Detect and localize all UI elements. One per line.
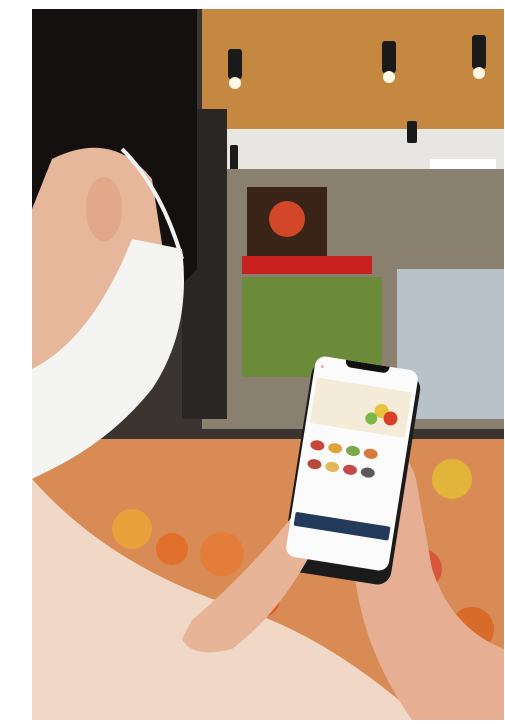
category-icon[interactable] (309, 439, 326, 452)
category-icon[interactable] (363, 447, 379, 460)
category-grid (304, 437, 401, 489)
store-sign-logo (269, 201, 305, 237)
store-photo (32, 9, 504, 720)
category-icon[interactable] (327, 442, 343, 455)
category-icon[interactable] (306, 458, 323, 471)
category-icon[interactable] (360, 466, 376, 479)
red-shelf-sign (242, 256, 372, 274)
category-icon[interactable] (345, 444, 361, 458)
menu-icon[interactable]: ≡ (320, 364, 324, 370)
category-icon[interactable] (324, 460, 340, 473)
ear (86, 177, 122, 241)
category-icon[interactable] (342, 463, 358, 476)
wood-ceiling (202, 9, 504, 139)
promo-banner[interactable] (309, 377, 412, 438)
fruit-image (382, 410, 399, 427)
app-toast (293, 511, 391, 541)
photo-scene (32, 9, 504, 720)
